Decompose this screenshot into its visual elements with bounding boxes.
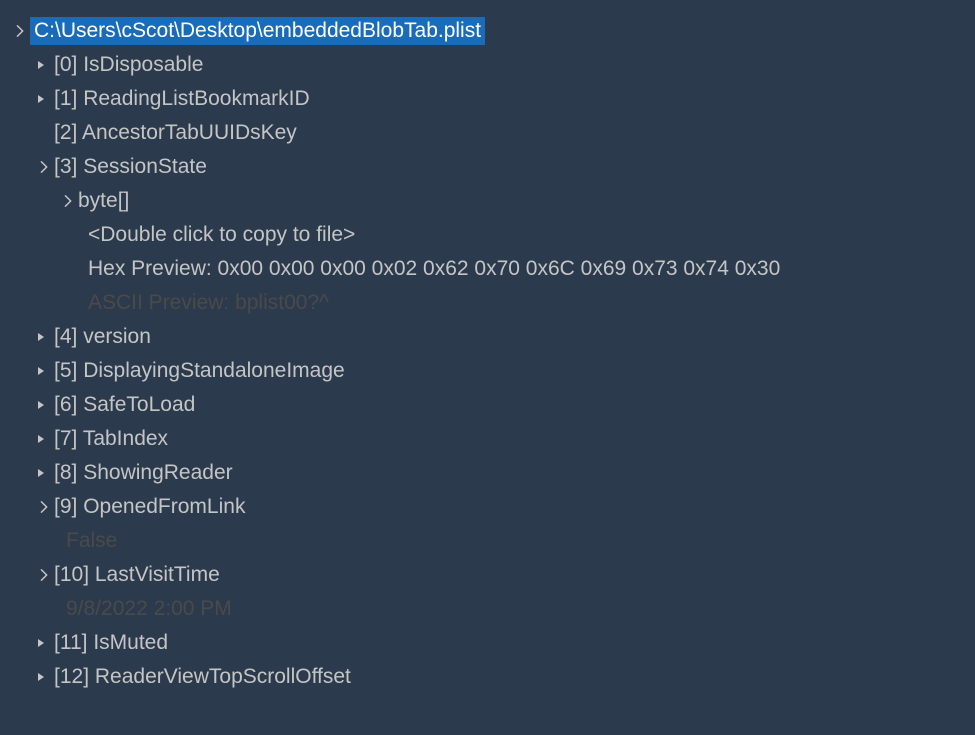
item-key: DisplayingStandaloneImage (83, 359, 345, 382)
copy-hint-row[interactable]: <Double click to copy to file> (10, 218, 975, 252)
ascii-preview-label: ASCII Preview: (88, 291, 229, 314)
tree-item[interactable]: [3] SessionState (10, 150, 975, 184)
item-index: [0] (54, 53, 77, 76)
chevron-down-icon[interactable] (34, 500, 48, 514)
hex-preview-label: Hex Preview: (88, 257, 212, 280)
root-path: C:\Users\cScot\Desktop\embeddedBlobTab.p… (30, 17, 485, 45)
item-index: [1] (54, 87, 77, 110)
root-node[interactable]: C:\Users\cScot\Desktop\embeddedBlobTab.p… (10, 14, 975, 48)
tree-item[interactable]: [1] ReadingListBookmarkID (10, 82, 975, 116)
item-key: ShowingReader (83, 461, 232, 484)
tree-item[interactable]: [12] ReaderViewTopScrollOffset (10, 660, 975, 694)
tree-item[interactable]: [9] OpenedFromLink (10, 490, 975, 524)
chevron-right-icon[interactable] (34, 330, 48, 344)
hex-preview-row[interactable]: Hex Preview: 0x00 0x00 0x00 0x02 0x62 0x… (10, 252, 975, 286)
chevron-right-icon[interactable] (34, 670, 48, 684)
item-index: [5] (54, 359, 77, 382)
chevron-down-icon[interactable] (58, 194, 72, 208)
tree-item[interactable]: [6] SafeToLoad (10, 388, 975, 422)
item-index: [10] (54, 563, 89, 586)
lastvisittime-value: 9/8/2022 2:00 PM (66, 597, 232, 621)
tree-item[interactable]: [11] IsMuted (10, 626, 975, 660)
chevron-down-icon[interactable] (34, 568, 48, 582)
item-key: SessionState (83, 155, 207, 178)
item-index: [4] (54, 325, 77, 348)
item-index: [8] (54, 461, 77, 484)
item-key: IsMuted (93, 631, 168, 654)
item-index: [6] (54, 393, 77, 416)
chevron-right-icon[interactable] (34, 92, 48, 106)
chevron-right-icon[interactable] (34, 364, 48, 378)
item-index: [12] (54, 665, 89, 688)
tree-item[interactable]: [8] ShowingReader (10, 456, 975, 490)
tree-item[interactable]: [4] version (10, 320, 975, 354)
ascii-preview-value: bplist00?^ (235, 291, 329, 314)
item-key: OpenedFromLink (83, 495, 245, 518)
item-index: [9] (54, 495, 77, 518)
tree-item[interactable]: [10] LastVisitTime (10, 558, 975, 592)
tree-root: C:\Users\cScot\Desktop\embeddedBlobTab.p… (0, 14, 975, 694)
openedfromlink-value: False (66, 529, 117, 553)
item-index: [3] (54, 155, 77, 178)
item-index: [11] (54, 631, 87, 654)
ascii-preview-row[interactable]: ASCII Preview: bplist00?^ (10, 286, 975, 320)
item-key: AncestorTabUUIDsKey (82, 121, 297, 144)
item-index: [7] (54, 427, 77, 450)
item-key: IsDisposable (83, 53, 203, 76)
item-key: ReaderViewTopScrollOffset (95, 665, 351, 688)
item-key: version (83, 325, 151, 348)
byte-label: byte[] (78, 189, 129, 213)
chevron-down-icon[interactable] (10, 24, 24, 38)
byte-array-node[interactable]: byte[] (10, 184, 975, 218)
item-key: ReadingListBookmarkID (83, 87, 309, 110)
tree-item[interactable]: [2] AncestorTabUUIDsKey (10, 116, 975, 150)
chevron-down-icon[interactable] (34, 160, 48, 174)
item-key: SafeToLoad (83, 393, 195, 416)
chevron-right-icon[interactable] (34, 466, 48, 480)
chevron-right-icon[interactable] (34, 398, 48, 412)
tree-item[interactable]: [0] IsDisposable (10, 48, 975, 82)
item-index: [2] (54, 121, 77, 144)
copy-hint: <Double click to copy to file> (88, 223, 355, 247)
tree-item[interactable]: [5] DisplayingStandaloneImage (10, 354, 975, 388)
chevron-right-icon[interactable] (34, 58, 48, 72)
tree-item[interactable]: [7] TabIndex (10, 422, 975, 456)
item-key: TabIndex (83, 427, 168, 450)
chevron-right-icon[interactable] (34, 432, 48, 446)
value-row[interactable]: 9/8/2022 2:00 PM (10, 592, 975, 626)
hex-preview-value: 0x00 0x00 0x00 0x02 0x62 0x70 0x6C 0x69 … (218, 257, 781, 280)
item-key: LastVisitTime (95, 563, 220, 586)
chevron-right-icon[interactable] (34, 636, 48, 650)
value-row[interactable]: False (10, 524, 975, 558)
